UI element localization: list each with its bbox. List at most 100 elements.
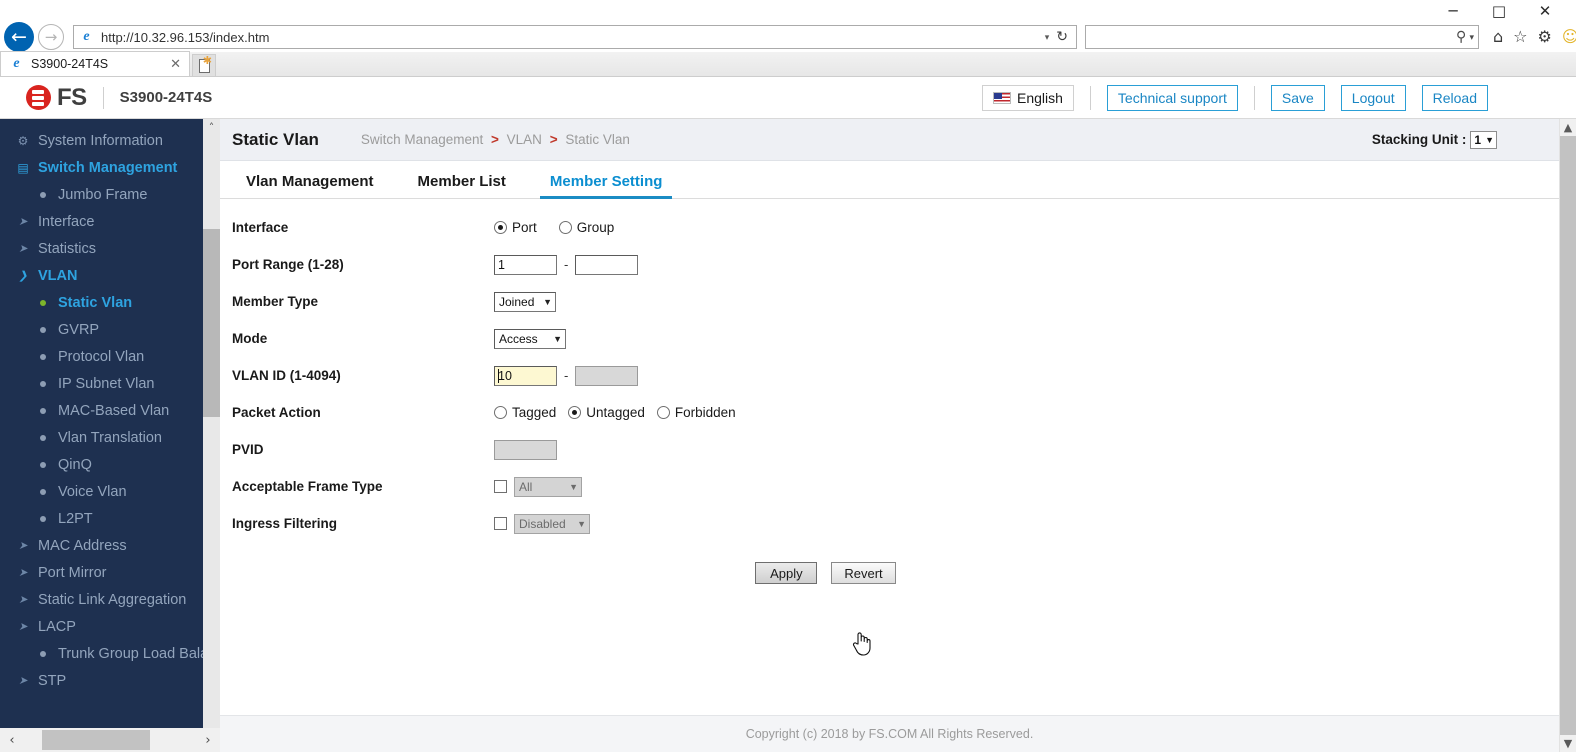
- logout-button[interactable]: Logout: [1340, 84, 1406, 111]
- home-icon[interactable]: ⌂: [1493, 29, 1503, 45]
- form-row-interface: Interface Port Group: [232, 209, 1559, 246]
- sidebar-item-statistics[interactable]: ➤ Statistics: [0, 235, 203, 262]
- sidebar-item-label: MAC-Based Vlan: [58, 402, 170, 419]
- browser-tab[interactable]: e S3900-24T4S ✕: [0, 51, 190, 76]
- scroll-right-icon[interactable]: ›: [196, 728, 220, 752]
- sidebar-item-vlan-translation[interactable]: Vlan Translation: [0, 424, 203, 451]
- scrollbar-track[interactable]: [203, 136, 220, 735]
- smiley-feedback-icon[interactable]: ☺: [1562, 29, 1576, 45]
- forward-icon[interactable]: →: [38, 24, 64, 50]
- scroll-up-icon[interactable]: ▲: [1560, 119, 1576, 136]
- ingress-filtering-checkbox[interactable]: [494, 517, 507, 530]
- reload-button[interactable]: Reload: [1421, 84, 1488, 111]
- revert-button[interactable]: Revert: [831, 562, 896, 584]
- chevron-down-icon[interactable]: ▾: [1041, 32, 1057, 43]
- port-range-separator: -: [564, 257, 569, 272]
- window-title-bar: ─ □ ✕: [0, 0, 1576, 22]
- sidebar-vertical-scrollbar[interactable]: ˄ ˅: [203, 119, 220, 752]
- sidebar-item-gvrp[interactable]: GVRP: [0, 316, 203, 343]
- tab-member-list[interactable]: Member List: [404, 173, 520, 198]
- scrollbar-track[interactable]: [1560, 136, 1576, 735]
- language-button[interactable]: English: [982, 84, 1074, 111]
- packet-action-radio-forbidden[interactable]: [656, 406, 670, 419]
- chevron-right-icon: ➤: [18, 594, 28, 606]
- packet-action-radio-untagged[interactable]: [568, 406, 582, 419]
- scroll-up-icon[interactable]: ˄: [203, 119, 220, 136]
- app-header: FS S3900-24T4S English Technical support…: [0, 77, 1576, 119]
- sidebar-item-stp[interactable]: ➤ STP: [0, 667, 203, 694]
- scroll-left-icon[interactable]: ‹: [0, 728, 24, 752]
- technical-support-button[interactable]: Technical support: [1106, 84, 1238, 111]
- form-actions: Apply Revert: [232, 542, 1559, 584]
- sidebar-item-label: Switch Management: [38, 159, 178, 176]
- apply-button[interactable]: Apply: [755, 562, 818, 584]
- sidebar-item-static-vlan[interactable]: Static Vlan: [0, 289, 203, 316]
- sidebar-horizontal-scrollbar[interactable]: ‹ ›: [0, 728, 220, 752]
- scrollbar-track[interactable]: [24, 728, 196, 752]
- fs-logo[interactable]: FS: [26, 84, 87, 112]
- back-icon[interactable]: ←: [4, 22, 34, 52]
- tab-member-setting[interactable]: Member Setting: [536, 173, 677, 199]
- sidebar-item-switch-management[interactable]: ▤ Switch Management: [0, 154, 203, 181]
- dot-icon: [28, 326, 58, 333]
- interface-radio-group-option[interactable]: [558, 221, 572, 234]
- acceptable-frame-type-checkbox[interactable]: [494, 480, 507, 493]
- sidebar-item-jumbo-frame[interactable]: Jumbo Frame: [0, 181, 203, 208]
- close-icon[interactable]: ✕: [1522, 0, 1568, 22]
- breadcrumb-item-2[interactable]: VLAN: [507, 132, 542, 147]
- gear-icon[interactable]: ⚙: [1538, 29, 1552, 45]
- scroll-down-icon[interactable]: ▼: [1560, 735, 1576, 752]
- sparkle-icon: ✱: [202, 55, 212, 67]
- sidebar-item-label: STP: [38, 672, 67, 689]
- form-row-ingress-filtering: Ingress Filtering Disabled ▼: [232, 505, 1559, 542]
- port-range-to-input[interactable]: [575, 254, 639, 275]
- member-type-select[interactable]: Joined ▼: [494, 291, 556, 312]
- port-range-from-input[interactable]: 1: [494, 254, 557, 275]
- minimize-icon[interactable]: ─: [1430, 0, 1476, 22]
- sidebar-item-interface[interactable]: ➤ Interface: [0, 208, 203, 235]
- scrollbar-thumb[interactable]: [203, 229, 220, 417]
- sidebar-item-ip-subnet-vlan[interactable]: IP Subnet Vlan: [0, 370, 203, 397]
- address-bar[interactable]: e http://10.32.96.153/index.htm ▾ ↻: [73, 25, 1077, 49]
- search-input[interactable]: ⚲ ▾: [1085, 25, 1479, 49]
- tab-vlan-management[interactable]: Vlan Management: [232, 173, 388, 198]
- scrollbar-thumb[interactable]: [1560, 136, 1576, 735]
- sidebar-item-qinq[interactable]: QinQ: [0, 451, 203, 478]
- sidebar-item-l2pt[interactable]: L2PT: [0, 505, 203, 532]
- sidebar-item-voice-vlan[interactable]: Voice Vlan: [0, 478, 203, 505]
- reload-icon[interactable]: ↻: [1056, 29, 1073, 45]
- interface-radio-port[interactable]: [494, 221, 507, 234]
- sidebar-item-mac-based-vlan[interactable]: MAC-Based Vlan: [0, 397, 203, 424]
- sidebar-item-static-link-aggregation[interactable]: ➤ Static Link Aggregation: [0, 586, 203, 613]
- maximize-icon[interactable]: □: [1476, 0, 1522, 22]
- sidebar-item-port-mirror[interactable]: ➤ Port Mirror: [0, 559, 203, 586]
- mode-select[interactable]: Access ▼: [494, 328, 566, 349]
- sidebar-item-protocol-vlan[interactable]: Protocol Vlan: [0, 343, 203, 370]
- sidebar-item-mac-address[interactable]: ➤ MAC Address: [0, 532, 203, 559]
- vlan-id-from-input[interactable]: 10: [494, 365, 557, 386]
- acceptable-frame-type-label: Acceptable Frame Type: [232, 479, 383, 494]
- sidebar-item-system-information[interactable]: ⚙ System Information: [0, 127, 203, 154]
- sidebar-item-vlan[interactable]: ❯ VLAN: [0, 262, 203, 289]
- ingress-filtering-label: Ingress Filtering: [232, 516, 338, 531]
- chevron-down-icon[interactable]: ▾: [1469, 32, 1474, 43]
- page-tabs: Vlan Management Member List Member Setti…: [220, 161, 1559, 199]
- sidebar-item-lacp[interactable]: ➤ LACP: [0, 613, 203, 640]
- page-vertical-scrollbar[interactable]: ▲ ▼: [1559, 119, 1576, 752]
- new-tab-button[interactable]: ✱: [192, 54, 216, 76]
- sidebar-item-trunk-group-load-balance[interactable]: Trunk Group Load Balance: [0, 640, 203, 667]
- header-actions: English Technical support Save Logout Re…: [982, 84, 1576, 111]
- breadcrumb-item-1[interactable]: Switch Management: [361, 132, 483, 147]
- mode-label: Mode: [232, 331, 268, 346]
- chevron-down-icon: ▼: [577, 518, 586, 529]
- sidebar-item-label: Vlan Translation: [58, 429, 162, 446]
- dot-icon: [28, 515, 58, 522]
- pvid-controls: [494, 439, 557, 460]
- stacking-unit-label: Stacking Unit :: [1371, 132, 1467, 147]
- save-button[interactable]: Save: [1270, 84, 1325, 111]
- favorites-star-icon[interactable]: ☆: [1513, 29, 1527, 45]
- stacking-unit-select[interactable]: 1 ▼: [1470, 130, 1497, 149]
- packet-action-radio-tagged[interactable]: [494, 406, 507, 419]
- close-icon[interactable]: ✕: [166, 56, 185, 72]
- scrollbar-thumb[interactable]: [42, 730, 150, 750]
